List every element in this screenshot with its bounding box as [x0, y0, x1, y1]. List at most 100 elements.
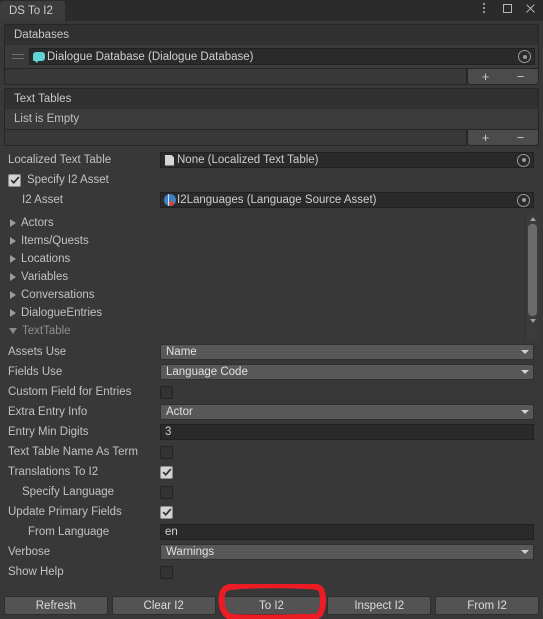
foldout-label: Locations	[21, 253, 71, 265]
i2-asset-object-field[interactable]: I2Languages (Language Source Asset)	[160, 192, 534, 208]
setting-update-primary-fields: Update Primary Fields	[4, 502, 539, 522]
specify-i2-asset-checkbox[interactable]	[8, 173, 21, 187]
sidebar-item-text-table[interactable]: TextTable	[8, 322, 539, 340]
setting-show-help: Show Help	[4, 562, 539, 582]
fields-use-dropdown[interactable]: Language Code	[160, 364, 534, 380]
remove-text-table-button[interactable]: −	[508, 131, 534, 145]
chevron-right-icon	[10, 237, 16, 245]
sidebar-item-variables[interactable]: Variables	[8, 268, 539, 286]
clear-i2-button[interactable]: Clear I2	[111, 596, 216, 615]
update-primary-fields-checkbox[interactable]	[160, 505, 173, 519]
translations-to-i2-label: Translations To I2	[8, 466, 99, 478]
close-icon[interactable]	[523, 1, 537, 15]
verbose-label: Verbose	[8, 546, 51, 558]
setting-from-language: From Language en	[4, 522, 539, 542]
show-help-label: Show Help	[8, 566, 64, 578]
empty-label: List is Empty	[14, 113, 80, 125]
maximize-icon[interactable]	[500, 1, 514, 15]
specify-language-checkbox[interactable]	[160, 485, 173, 499]
translations-to-i2-checkbox[interactable]	[160, 465, 173, 479]
scrollbar-thumb[interactable]	[528, 224, 537, 316]
databases-header: Databases	[4, 24, 539, 44]
chevron-down-icon	[521, 550, 529, 554]
chevron-down-icon	[9, 328, 17, 334]
refresh-button-label: Refresh	[35, 599, 77, 612]
text-tables-list: Text Tables List is Empty + −	[4, 88, 539, 147]
text-tables-empty-message: List is Empty	[5, 109, 538, 129]
assets-use-dropdown[interactable]: Name	[160, 344, 534, 360]
to-i2-button[interactable]: To I2	[219, 596, 324, 615]
sidebar-item-dialogue-entries[interactable]: DialogueEntries	[8, 304, 539, 322]
chevron-down-icon	[521, 410, 529, 414]
chevron-down-icon	[521, 370, 529, 374]
add-text-table-button[interactable]: +	[473, 131, 499, 145]
chevron-right-icon	[10, 219, 16, 227]
chevron-right-icon	[10, 309, 16, 317]
object-picker-icon[interactable]	[517, 153, 530, 167]
foldout-label: Items/Quests	[21, 235, 89, 247]
object-picker-icon[interactable]	[517, 193, 530, 207]
refresh-button[interactable]: Refresh	[4, 596, 108, 615]
foldout-label: Conversations	[21, 289, 95, 301]
tab-ds-to-i2[interactable]: DS To I2	[0, 1, 65, 21]
setting-specify-language: Specify Language	[4, 482, 539, 502]
show-help-checkbox[interactable]	[160, 565, 173, 579]
object-picker-icon[interactable]	[518, 50, 531, 63]
add-database-button[interactable]: +	[473, 70, 499, 84]
scroll-up-icon[interactable]	[526, 214, 539, 224]
dialogue-database-object-field[interactable]: Dialogue Database (Dialogue Database)	[29, 48, 535, 65]
databases-header-label: Databases	[14, 28, 69, 41]
more-menu-icon[interactable]	[477, 1, 491, 15]
inspect-i2-button[interactable]: Inspect I2	[327, 596, 432, 615]
sidebar-item-actors[interactable]: Actors	[8, 214, 539, 232]
drag-handle-icon[interactable]	[12, 51, 24, 63]
text-asset-icon	[165, 154, 174, 166]
databases-list-body: Dialogue Database (Dialogue Database)	[4, 44, 539, 69]
i2-asset-value: I2Languages (Language Source Asset)	[177, 194, 377, 206]
to-i2-button-label: To I2	[259, 599, 284, 612]
chevron-right-icon	[10, 291, 16, 299]
extra-entry-info-label: Extra Entry Info	[8, 406, 88, 418]
remove-database-button[interactable]: −	[508, 70, 534, 84]
clear-i2-button-label: Clear I2	[143, 599, 184, 612]
verbose-dropdown[interactable]: Warnings	[160, 544, 534, 560]
setting-custom-field-for-entries: Custom Field for Entries	[4, 382, 539, 402]
foldout-label: DialogueEntries	[21, 307, 103, 319]
i2-asset-label: I2 Asset	[22, 194, 63, 206]
text-table-name-as-term-label: Text Table Name As Term	[8, 446, 138, 458]
scroll-down-icon[interactable]	[526, 316, 539, 326]
extra-entry-info-value: Actor	[166, 406, 193, 418]
entry-min-digits-input[interactable]: 3	[160, 424, 534, 440]
category-foldouts: Actors Items/Quests Locations Variables …	[4, 214, 539, 342]
entry-min-digits-value: 3	[165, 426, 172, 438]
custom-field-for-entries-checkbox[interactable]	[160, 385, 173, 399]
setting-text-table-name-as-term: Text Table Name As Term	[4, 442, 539, 462]
localized-text-table-row: Localized Text Table None (Localized Tex…	[4, 150, 539, 170]
extra-entry-info-dropdown[interactable]: Actor	[160, 404, 534, 420]
text-tables-list-body: List is Empty	[4, 108, 539, 130]
foldouts-scrollbar[interactable]	[525, 214, 539, 340]
setting-verbose: Verbose Warnings	[4, 542, 539, 562]
fields-use-value: Language Code	[166, 366, 248, 378]
language-source-asset-icon	[164, 194, 176, 206]
sidebar-item-conversations[interactable]: Conversations	[8, 286, 539, 304]
window-content: Databases Dialogue Database (Dialogue Da…	[0, 24, 543, 582]
localized-text-table-value: None (Localized Text Table)	[177, 154, 319, 166]
fields-use-label: Fields Use	[8, 366, 63, 378]
from-language-input[interactable]: en	[160, 524, 534, 540]
sidebar-item-locations[interactable]: Locations	[8, 250, 539, 268]
text-table-name-as-term-checkbox[interactable]	[160, 445, 173, 459]
text-tables-footer-rule	[4, 130, 467, 146]
databases-list: Databases Dialogue Database (Dialogue Da…	[4, 24, 539, 86]
databases-footer-buttons: + −	[467, 69, 539, 85]
localized-text-table-object-field[interactable]: None (Localized Text Table)	[160, 152, 534, 168]
sidebar-item-items-quests[interactable]: Items/Quests	[8, 232, 539, 250]
update-primary-fields-label: Update Primary Fields	[8, 506, 122, 518]
specify-i2-asset-toggle[interactable]: Specify I2 Asset	[8, 173, 109, 187]
from-i2-button[interactable]: From I2	[435, 596, 539, 615]
localized-text-table-label: Localized Text Table	[8, 154, 112, 166]
chevron-right-icon	[10, 273, 16, 281]
assets-use-value: Name	[166, 346, 197, 358]
databases-footer-rule	[4, 69, 467, 85]
list-item[interactable]: Dialogue Database (Dialogue Database)	[8, 47, 535, 66]
